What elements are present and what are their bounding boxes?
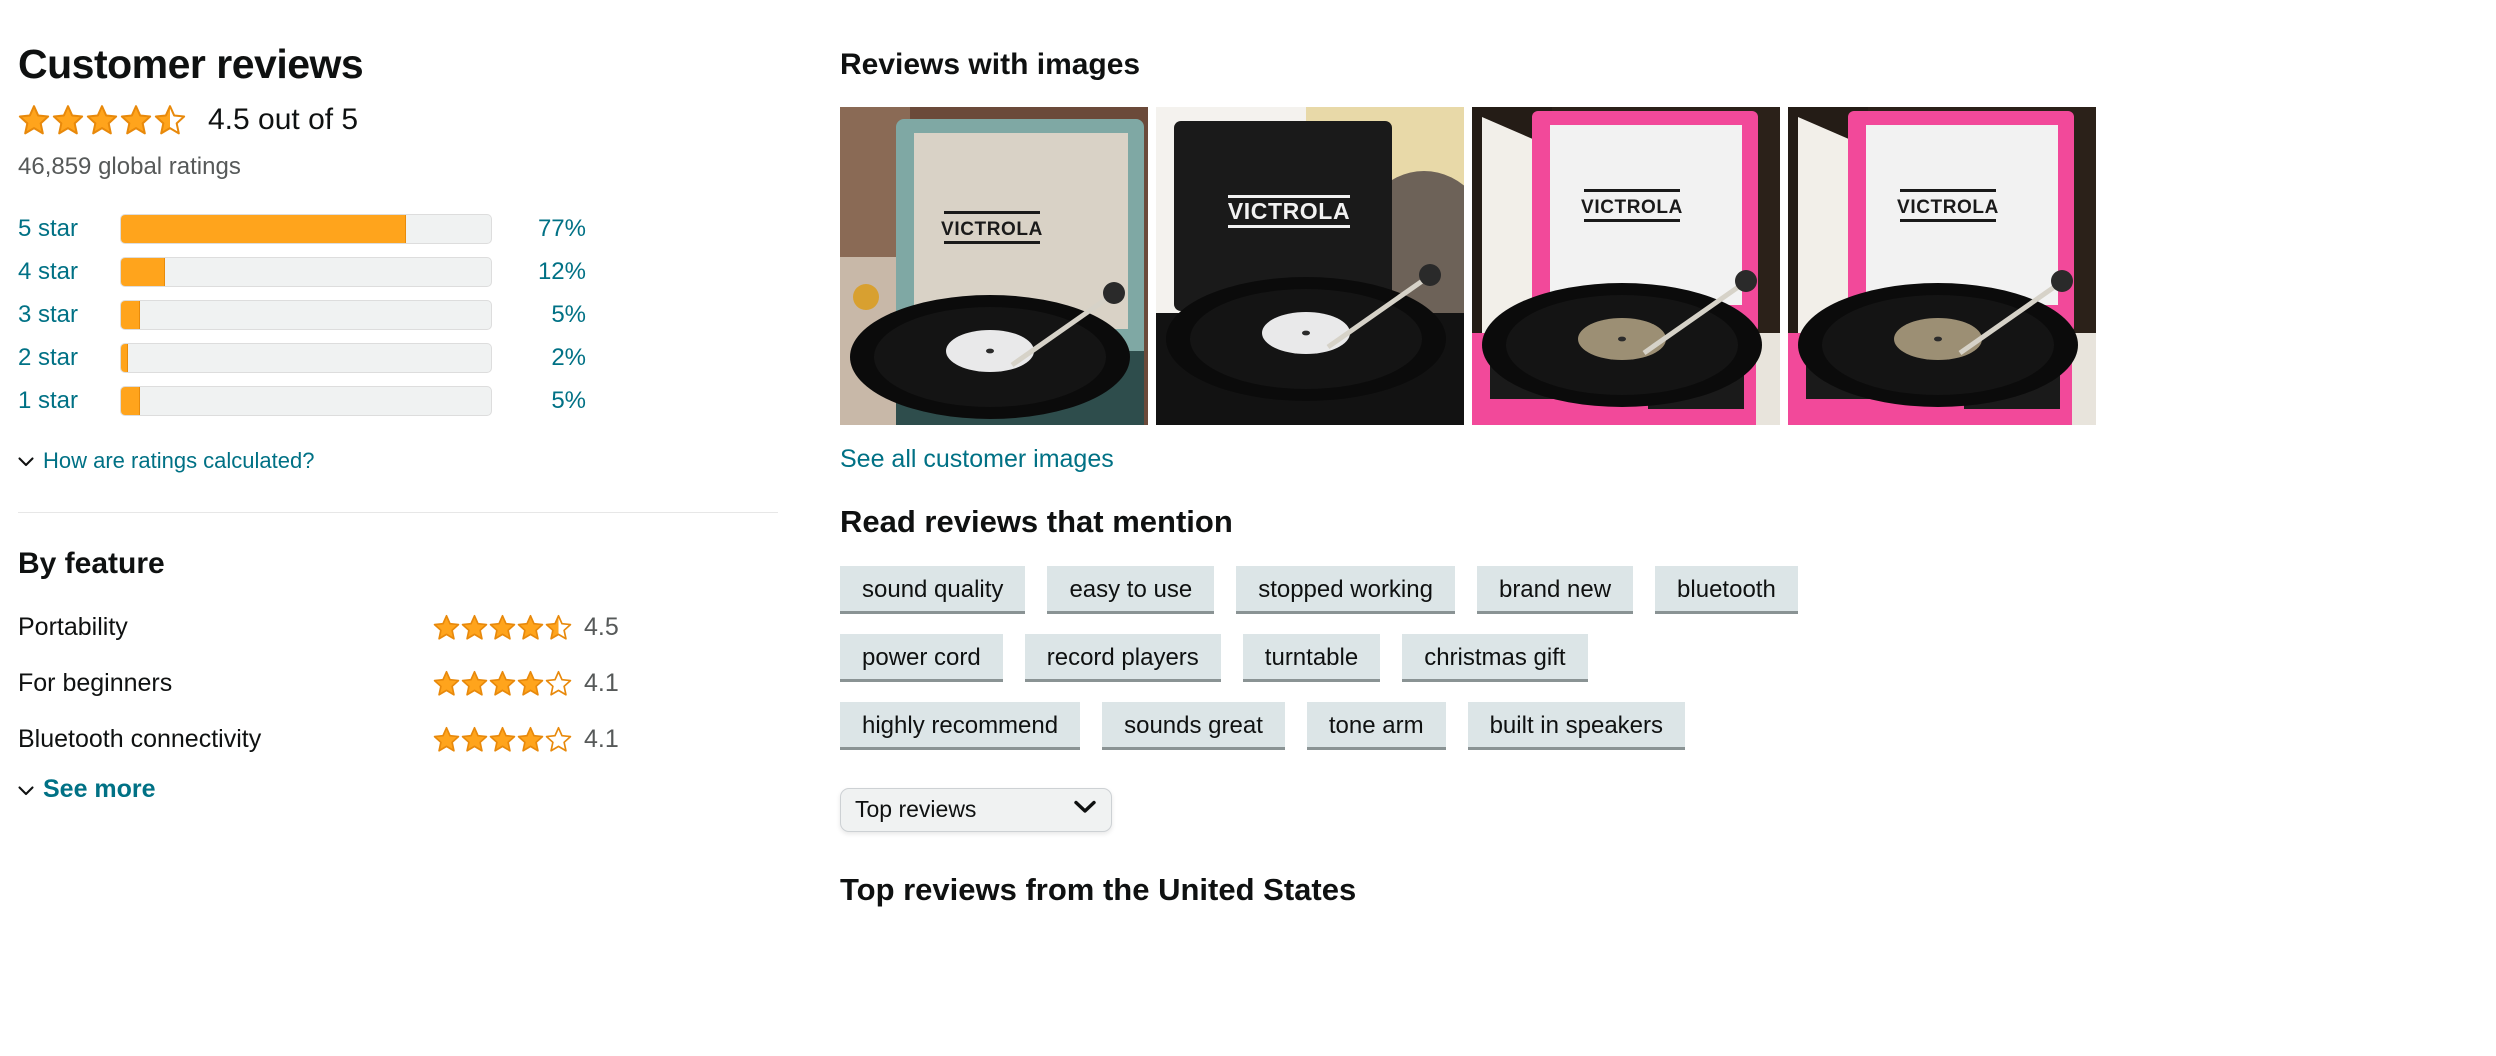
keyword-chip-row: power cord record players turntable christm… [840, 633, 2480, 682]
review-image-thumbnail[interactable]: VICTROLA [840, 106, 1148, 425]
overall-rating-text: 4.5 out of 5 [208, 103, 359, 136]
page-title: Customer reviews [18, 41, 364, 87]
keyword-chip[interactable]: brand new [1476, 565, 1634, 614]
histogram-star-label[interactable]: 3 star [18, 301, 120, 329]
feature-score-value: 4.1 [584, 724, 619, 753]
sort-reviews-selected-value: Top reviews [855, 796, 977, 823]
svg-text:VICTROLA: VICTROLA [1581, 197, 1683, 218]
feature-rating-stars [433, 614, 572, 641]
keyword-chip-row: highly recommend sounds great tone arm buil… [840, 701, 2480, 750]
histogram-bar-fill [121, 386, 140, 415]
histogram-star-label[interactable]: 5 star [18, 215, 120, 243]
histogram-star-label[interactable]: 4 star [18, 258, 120, 286]
histogram-bar-fill [121, 343, 129, 372]
rating-histogram: 5 star 77% 4 star 12% 3 star 5% 2 star 2% 1 star… [18, 207, 658, 422]
reviews-with-images-title: Reviews with images [840, 48, 1141, 81]
histogram-row-2-star[interactable]: 2 star 2% [18, 336, 658, 379]
histogram-bar-fill [121, 214, 406, 243]
histogram-percent-label[interactable]: 77% [516, 215, 586, 243]
keyword-chip[interactable]: easy to use [1047, 565, 1215, 614]
keyword-chip[interactable]: power cord [840, 633, 1003, 682]
feature-score-value: 4.1 [584, 668, 619, 697]
histogram-bar-fill [121, 300, 140, 329]
histogram-bar-track[interactable] [120, 256, 492, 287]
svg-text:VICTROLA: VICTROLA [1228, 198, 1350, 224]
svg-text:VICTROLA: VICTROLA [1897, 197, 1999, 218]
how-ratings-calculated-link[interactable]: How are ratings calculated? [18, 448, 658, 474]
histogram-row-4-star[interactable]: 4 star 12% [18, 250, 658, 293]
histogram-row-5-star[interactable]: 5 star 77% [18, 207, 658, 250]
chevron-down-icon [18, 448, 34, 474]
keyword-chip[interactable]: turntable [1242, 633, 1381, 682]
histogram-bar-track[interactable] [120, 385, 492, 416]
review-image-thumbnail[interactable]: VICTROLA [1156, 106, 1464, 425]
keyword-chip[interactable]: tone arm [1306, 701, 1446, 750]
review-image-thumbnails: VICTROLA VICTROLA VICTROLA VICTROLA [840, 106, 2480, 425]
feature-name: Bluetooth connectivity [18, 724, 262, 753]
read-reviews-that-mention-title: Read reviews that mention [840, 503, 1233, 539]
histogram-row-1-star[interactable]: 1 star 5% [18, 379, 658, 422]
histogram-star-label[interactable]: 2 star [18, 344, 120, 372]
keyword-chip[interactable]: christmas gift [1402, 633, 1588, 682]
histogram-bar-track[interactable] [120, 342, 492, 373]
keyword-chip-row: sound quality easy to use stopped working b… [840, 565, 2480, 614]
feature-score-value: 4.5 [584, 612, 619, 641]
feature-rating-row: Bluetooth connectivity 4.1 [18, 719, 658, 759]
customer-reviews-page: Customer reviews 4.5 out of 5 46,859 glo… [0, 0, 2496, 1056]
feature-name: For beginners [18, 668, 173, 697]
feature-rating-row: Portability 4.5 [18, 607, 658, 647]
svg-text:VICTROLA: VICTROLA [941, 219, 1043, 240]
by-feature-title: By feature [18, 547, 165, 580]
histogram-percent-label[interactable]: 5% [516, 301, 586, 329]
top-reviews-title: Top reviews from the United States [840, 871, 1357, 907]
global-ratings-count: 46,859 global ratings [18, 153, 241, 180]
histogram-row-3-star[interactable]: 3 star 5% [18, 293, 658, 336]
feature-rating-stars [433, 670, 572, 697]
review-image-thumbnail[interactable]: VICTROLA [1472, 106, 1780, 425]
keyword-chip[interactable]: built in speakers [1467, 701, 1686, 750]
section-divider [18, 512, 778, 513]
keyword-chip[interactable]: stopped working [1236, 565, 1455, 614]
keyword-chip[interactable]: sound quality [840, 565, 1026, 614]
keyword-chip[interactable]: sounds great [1102, 701, 1285, 750]
chevron-down-icon [18, 775, 34, 804]
histogram-percent-label[interactable]: 2% [516, 344, 586, 372]
feature-rating-list: Portability 4.5 For beginners 4.1 Bluetooth … [18, 607, 658, 759]
keyword-chip[interactable]: highly recommend [840, 701, 1081, 750]
feature-name: Portability [18, 612, 128, 641]
keyword-chip[interactable]: record players [1024, 633, 1221, 682]
histogram-bar-track[interactable] [120, 213, 492, 244]
keyword-chip-group: sound quality easy to use stopped working b… [840, 565, 2480, 750]
see-more-label: See more [43, 775, 156, 803]
overall-rating-stars [18, 104, 186, 136]
histogram-percent-label[interactable]: 5% [516, 387, 586, 415]
histogram-star-label[interactable]: 1 star [18, 387, 120, 415]
keyword-chip[interactable]: bluetooth [1655, 565, 1798, 614]
feature-rating-stars [433, 726, 572, 753]
see-all-customer-images-link[interactable]: See all customer images [840, 445, 1114, 474]
see-more-features-link[interactable]: See more [18, 775, 658, 804]
overall-rating[interactable]: 4.5 out of 5 [18, 103, 658, 137]
histogram-bar-track[interactable] [120, 299, 492, 330]
histogram-bar-fill [121, 257, 166, 286]
histogram-percent-label[interactable]: 12% [516, 258, 586, 286]
how-ratings-calculated-label: How are ratings calculated? [43, 448, 315, 473]
chevron-down-icon [1073, 799, 1097, 820]
review-image-thumbnail[interactable]: VICTROLA [1788, 106, 2096, 425]
reviews-content-panel: Reviews with images VICTROLA VICTROLA VICT… [840, 0, 2480, 933]
sort-reviews-dropdown[interactable]: Top reviews [840, 787, 1112, 832]
feature-rating-row: For beginners 4.1 [18, 663, 658, 703]
reviews-summary-panel: Customer reviews 4.5 out of 5 46,859 glo… [18, 0, 778, 804]
